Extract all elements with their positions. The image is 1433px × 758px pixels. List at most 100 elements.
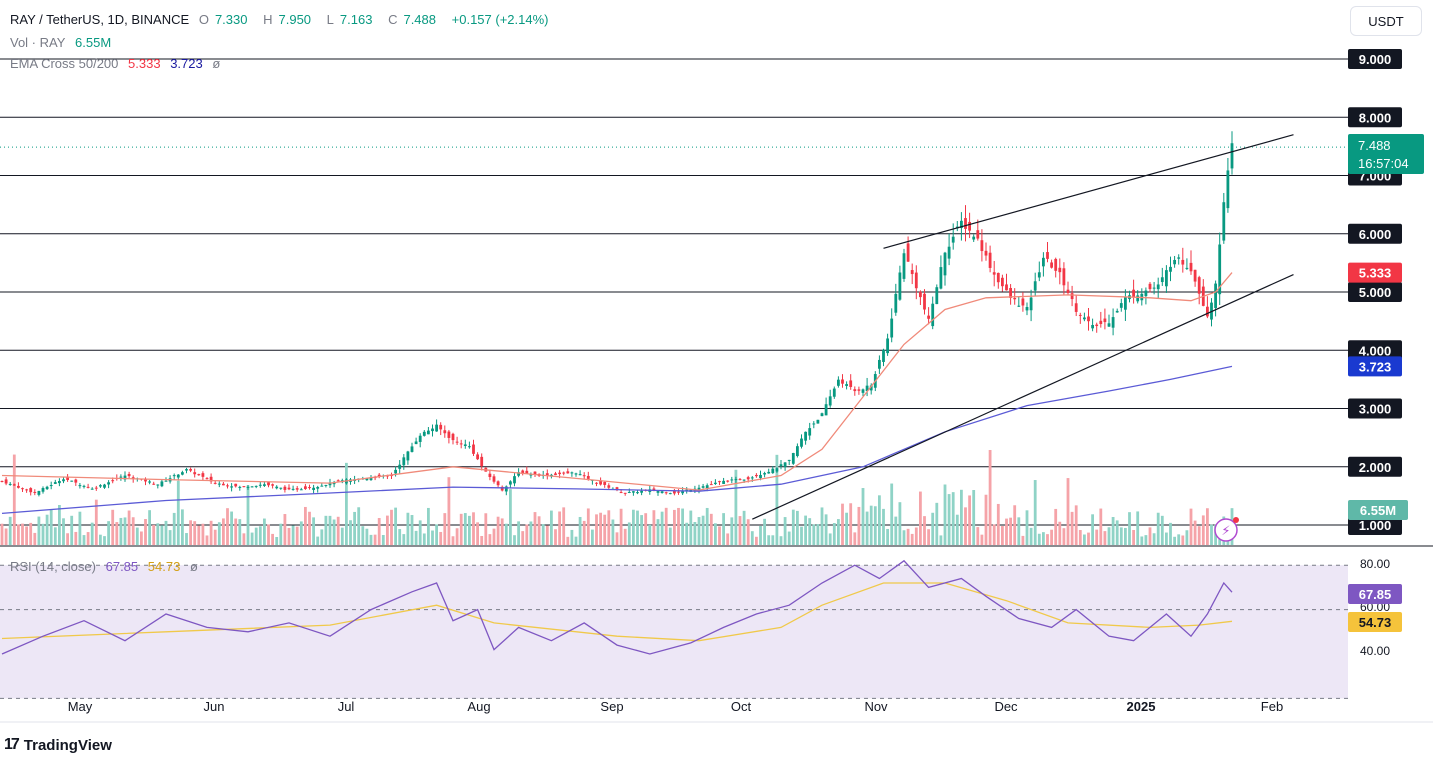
volume-bar — [119, 517, 123, 545]
volume-bar — [709, 513, 713, 545]
volume-bar — [279, 523, 283, 545]
volume-bar — [381, 535, 385, 545]
candle — [976, 230, 980, 239]
volume-badge-label: 6.55M — [1360, 503, 1396, 518]
candle — [1169, 266, 1172, 272]
volume-bar — [640, 515, 643, 545]
candle — [0, 481, 4, 483]
volume-bar — [919, 491, 922, 545]
price-chart[interactable]: 1.0002.0003.0004.0005.0006.0007.0008.000… — [0, 0, 1433, 758]
candle — [402, 457, 406, 466]
volume-bar — [1029, 527, 1033, 545]
volume-bar — [632, 509, 635, 545]
candle — [316, 487, 320, 489]
candle — [705, 485, 709, 489]
volume-bar — [906, 528, 910, 545]
volume-bar — [964, 507, 967, 545]
volume-bar — [869, 505, 873, 545]
candle — [427, 430, 430, 435]
candle — [714, 482, 717, 484]
volume-bar — [226, 508, 229, 545]
candle — [234, 483, 238, 487]
candle — [718, 481, 721, 483]
volume-bar — [455, 528, 459, 545]
volume-bar — [1107, 527, 1111, 545]
candle — [1066, 289, 1070, 293]
candle — [1115, 310, 1119, 313]
candle — [820, 413, 824, 417]
volume-bar — [500, 518, 504, 545]
volume-bar — [574, 536, 578, 545]
ema50-line — [1, 272, 1233, 491]
candle — [459, 443, 463, 445]
candle — [566, 471, 570, 474]
candle — [217, 483, 221, 485]
ema-visibility-icon[interactable]: ø — [212, 56, 220, 71]
tradingview-logo[interactable]: 17 TradingView — [4, 736, 112, 754]
candle — [1054, 258, 1058, 271]
volume-bar — [62, 518, 65, 545]
volume-bar — [291, 525, 295, 545]
candle — [1197, 277, 1201, 294]
candle — [640, 490, 643, 493]
candle — [283, 486, 287, 490]
volume-bar — [1165, 532, 1168, 545]
volume-bar — [984, 494, 988, 545]
candle — [919, 291, 922, 298]
volume-bar — [410, 515, 414, 545]
candle — [992, 272, 996, 275]
volume-bar — [21, 523, 24, 545]
volume-bar — [595, 514, 598, 545]
candle — [1152, 287, 1156, 289]
candle — [488, 473, 492, 478]
candle — [1083, 317, 1086, 320]
volume-bar — [201, 523, 205, 545]
candle — [193, 472, 197, 475]
volume-bar — [1013, 505, 1017, 545]
candle — [49, 485, 53, 487]
candle — [783, 462, 787, 468]
volume-bar — [931, 512, 935, 545]
currency-button[interactable]: USDT — [1350, 6, 1422, 36]
candle — [82, 485, 86, 487]
volume-bar — [1087, 532, 1090, 545]
volume-bar — [394, 507, 397, 545]
candle — [299, 489, 303, 491]
volume-bar — [463, 513, 467, 545]
volume-bar — [882, 508, 885, 545]
volume-bar — [1070, 511, 1074, 545]
volume-bar — [197, 525, 201, 545]
volume-bar — [369, 534, 373, 545]
volume-bar — [660, 511, 664, 545]
volume-bar — [832, 523, 836, 545]
volume-bar — [644, 513, 648, 545]
candle — [455, 441, 459, 443]
candle — [849, 380, 853, 387]
volume-bar — [234, 518, 238, 545]
volume-bar — [812, 524, 816, 545]
candle — [796, 446, 799, 457]
volume-bar — [955, 514, 959, 545]
low-label: L — [326, 12, 334, 27]
candle — [156, 484, 160, 486]
volume-bar — [361, 526, 365, 545]
volume-bar — [193, 521, 197, 545]
candle — [1173, 259, 1176, 265]
volume-bar — [759, 525, 762, 545]
volume-bar — [980, 534, 984, 545]
volume-bar — [209, 520, 213, 545]
volume-bar — [287, 527, 291, 545]
volume-bar — [431, 530, 434, 545]
candle — [509, 481, 512, 485]
candle — [111, 480, 115, 482]
candle — [304, 486, 307, 489]
tradingview-logo-icon: 17 — [4, 736, 20, 753]
volume-bar — [140, 531, 143, 545]
volume-bar — [1050, 529, 1053, 545]
candle — [914, 272, 918, 289]
rsi-visibility-icon[interactable]: ø — [190, 559, 198, 574]
volume-bar — [763, 518, 766, 545]
volume-bar — [439, 531, 443, 545]
candle — [1226, 170, 1230, 209]
candle — [935, 287, 939, 305]
